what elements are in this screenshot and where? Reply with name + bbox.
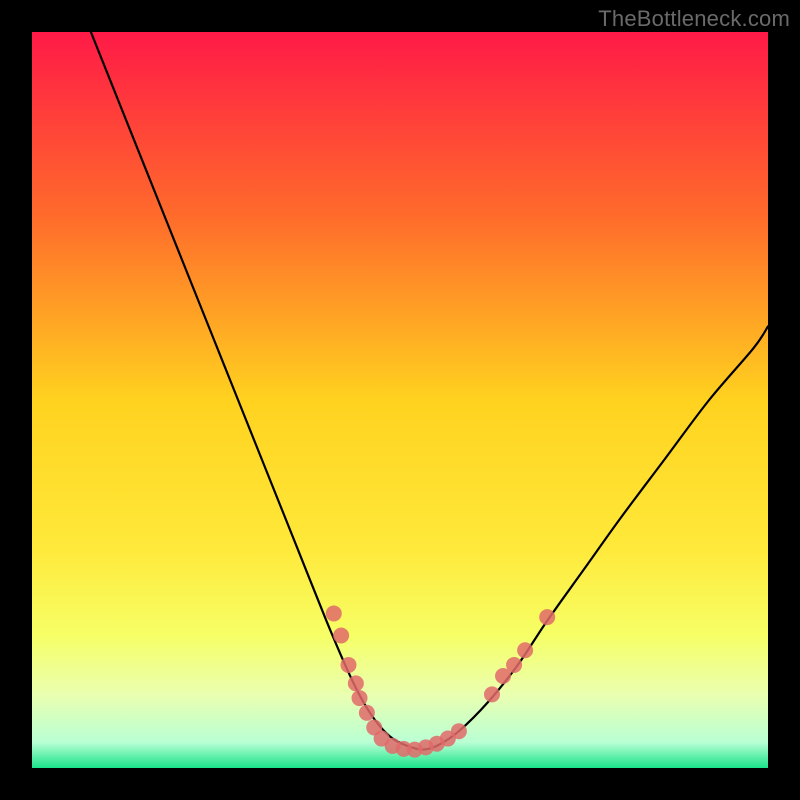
- highlight-dot: [333, 628, 349, 644]
- highlight-dot: [506, 657, 522, 673]
- chart-frame: TheBottleneck.com: [0, 0, 800, 800]
- highlight-dot: [352, 690, 368, 706]
- gradient-background: [32, 32, 768, 768]
- highlight-dot: [340, 657, 356, 673]
- highlight-dot: [517, 642, 533, 658]
- plot-area: [32, 32, 768, 768]
- bottleneck-chart: [32, 32, 768, 768]
- highlight-dot: [348, 675, 364, 691]
- highlight-dot: [326, 605, 342, 621]
- highlight-dot: [539, 609, 555, 625]
- watermark-label: TheBottleneck.com: [598, 6, 790, 32]
- highlight-dot: [484, 686, 500, 702]
- highlight-dot: [359, 705, 375, 721]
- highlight-dot: [451, 723, 467, 739]
